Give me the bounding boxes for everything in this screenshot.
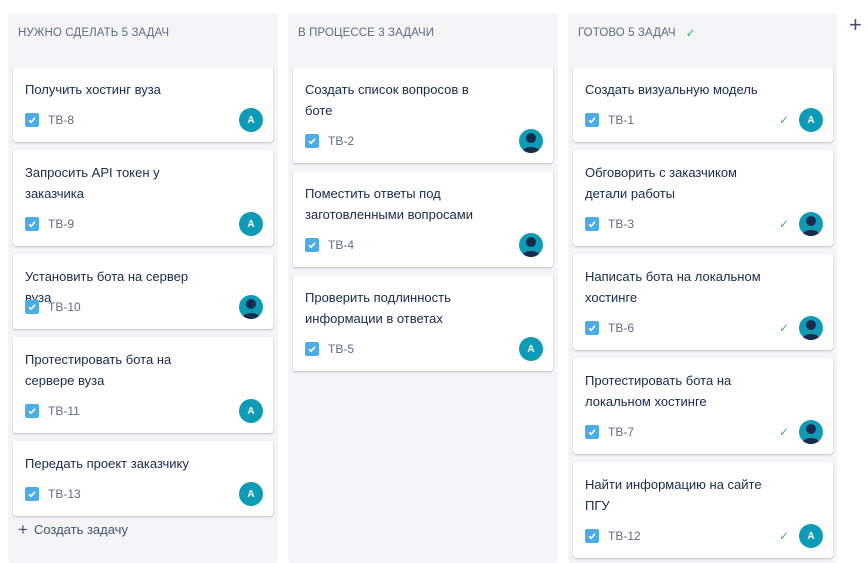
issue-key[interactable]: TB-7 <box>608 425 634 439</box>
card-title: Проверить подлинность информации в ответ… <box>305 290 451 326</box>
column-title: В ПРОЦЕССЕ 3 ЗАДАЧИ <box>298 27 435 39</box>
column-title: ГОТОВО 5 ЗАДАЧ <box>578 27 676 39</box>
checkbox-icon <box>585 113 599 127</box>
column-todo: НУЖНО СДЕЛАТЬ 5 ЗАДАЧ Получить хостинг в… <box>8 13 278 563</box>
checkmark-icon: ✓ <box>778 217 789 231</box>
assignee-avatar[interactable]: A <box>239 482 263 506</box>
issue-key[interactable]: TB-12 <box>608 529 641 543</box>
person-avatar-icon[interactable] <box>799 212 823 236</box>
checkbox-icon <box>25 404 39 418</box>
column-header: НУЖНО СДЕЛАТЬ 5 ЗАДАЧ <box>8 13 278 53</box>
person-avatar-icon[interactable] <box>799 316 823 340</box>
issue-card[interactable]: Создать список вопросов в боте TB-2 <box>293 67 553 163</box>
checkmark-icon: ✓ <box>778 113 789 127</box>
plus-icon: + <box>18 520 28 539</box>
issue-card[interactable]: Проверить подлинность информации в ответ… <box>293 275 553 371</box>
issue-card[interactable]: Обговорить с заказчиком детали работы TB… <box>573 150 833 246</box>
issue-card[interactable]: Написать бота на локальном хостинге TB-6… <box>573 254 833 350</box>
card-title: Передать проект заказчику <box>25 456 189 471</box>
column-done: ГОТОВО 5 ЗАДАЧ ✓ Создать визуальную моде… <box>568 13 837 563</box>
issue-card[interactable]: Создать визуальную модель TB-1 ✓ A <box>573 67 833 142</box>
issue-card[interactable]: Поместить ответы под заготовленными вопр… <box>293 171 553 267</box>
card-title: Найти информацию на сайте ПГУ <box>585 477 762 513</box>
column-in-progress: В ПРОЦЕССЕ 3 ЗАДАЧИ Создать список вопро… <box>288 13 558 563</box>
assignee-avatar[interactable]: A <box>519 337 543 361</box>
issue-key[interactable]: TB-2 <box>328 134 354 148</box>
assignee-avatar[interactable]: A <box>239 399 263 423</box>
issue-key[interactable]: TB-10 <box>48 300 81 314</box>
card-title: Обговорить с заказчиком детали работы <box>585 165 737 201</box>
person-avatar-icon[interactable] <box>519 233 543 257</box>
assignee-avatar[interactable]: A <box>239 108 263 132</box>
card-title: Получить хостинг вуза <box>25 82 161 97</box>
checkbox-icon <box>25 487 39 501</box>
issue-card[interactable]: Запросить API токен у заказчика TB-9 A <box>13 150 273 246</box>
issue-key[interactable]: TB-11 <box>48 404 80 418</box>
add-column-button[interactable]: + <box>849 14 862 36</box>
card-title: Запросить API токен у заказчика <box>25 165 160 201</box>
column-header: В ПРОЦЕССЕ 3 ЗАДАЧИ <box>288 13 558 53</box>
checkbox-icon <box>585 321 599 335</box>
card-title: Создать визуальную модель <box>585 82 758 97</box>
create-issue-button[interactable]: + Создать задачу <box>18 521 128 538</box>
checkmark-icon: ✓ <box>778 425 789 439</box>
card-title: Поместить ответы под заготовленными вопр… <box>305 186 473 222</box>
create-issue-label: Создать задачу <box>33 522 128 537</box>
checkmark-icon: ✓ <box>778 321 789 335</box>
issue-key[interactable]: TB-4 <box>328 238 354 252</box>
plus-icon: + <box>849 12 862 37</box>
assignee-avatar[interactable]: A <box>239 212 263 236</box>
assignee-avatar[interactable]: A <box>799 524 823 548</box>
checkbox-icon <box>305 134 319 148</box>
issue-card[interactable]: Передать проект заказчику TB-13 A <box>13 441 273 516</box>
issue-card[interactable]: Получить хостинг вуза TB-8 A <box>13 67 273 142</box>
checkbox-icon <box>585 529 599 543</box>
issue-key[interactable]: TB-1 <box>608 113 634 127</box>
issue-card[interactable]: Установить бота на сервер вуза TB-10 <box>13 254 273 329</box>
checkbox-icon <box>585 217 599 231</box>
checkbox-icon <box>25 300 39 314</box>
card-title: Создать список вопросов в боте <box>305 82 469 118</box>
checkbox-icon <box>305 238 319 252</box>
column-header: ГОТОВО 5 ЗАДАЧ ✓ <box>568 13 837 53</box>
card-title: Протестировать бота на сервере вуза <box>25 352 172 388</box>
checkbox-icon <box>25 217 39 231</box>
checkmark-icon: ✓ <box>778 529 789 543</box>
column-title: НУЖНО СДЕЛАТЬ 5 ЗАДАЧ <box>18 27 170 39</box>
issue-key[interactable]: TB-3 <box>608 217 634 231</box>
checkbox-icon <box>585 425 599 439</box>
issue-key[interactable]: TB-13 <box>48 487 81 501</box>
issue-card[interactable]: Протестировать бота на сервере вуза TB-1… <box>13 337 273 433</box>
card-title: Написать бота на локальном хостинге <box>585 269 761 305</box>
issue-key[interactable]: TB-6 <box>608 321 634 335</box>
checkbox-icon <box>25 113 39 127</box>
checkmark-icon: ✓ <box>685 26 696 40</box>
card-title: Протестировать бота на локальном хостинг… <box>585 373 732 409</box>
person-avatar-icon[interactable] <box>239 295 263 319</box>
issue-key[interactable]: TB-8 <box>48 113 74 127</box>
assignee-avatar[interactable]: A <box>799 108 823 132</box>
checkbox-icon <box>305 342 319 356</box>
issue-key[interactable]: TB-9 <box>48 217 74 231</box>
person-avatar-icon[interactable] <box>519 129 543 153</box>
person-avatar-icon[interactable] <box>799 420 823 444</box>
issue-card[interactable]: Протестировать бота на локальном хостинг… <box>573 358 833 454</box>
issue-card[interactable]: Найти информацию на сайте ПГУ TB-12 ✓ A <box>573 462 833 558</box>
issue-key[interactable]: TB-5 <box>328 342 354 356</box>
